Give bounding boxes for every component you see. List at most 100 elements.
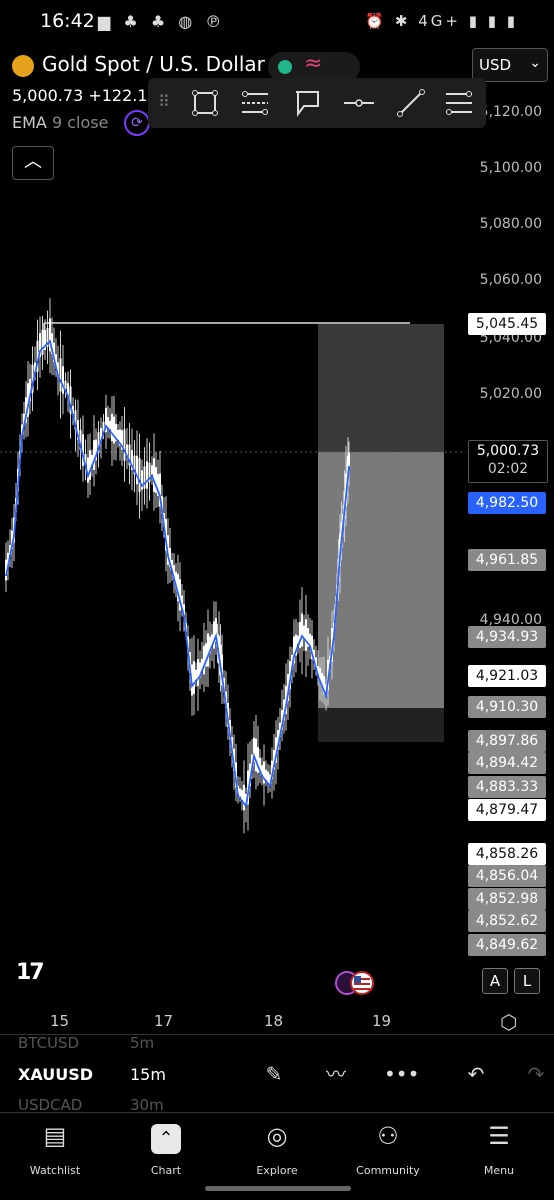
long-position-zone[interactable] bbox=[318, 324, 444, 742]
candle-body bbox=[301, 613, 303, 647]
candle-body bbox=[348, 452, 350, 468]
price-tag: 5,045.45 bbox=[468, 313, 546, 335]
candle-body bbox=[113, 416, 115, 444]
alert-scale-button[interactable]: A bbox=[482, 968, 508, 994]
nav-explore[interactable]: ◎ Explore bbox=[232, 1118, 322, 1177]
price-tag: 4,910.30 bbox=[468, 696, 546, 718]
bar-countdown: 02:02 bbox=[487, 461, 529, 477]
price-axis-label: 5,060.00 bbox=[479, 272, 542, 288]
gold-symbol-logo bbox=[12, 55, 34, 77]
notification-icons: ▆ ♣ ♣ ◍ ℗ bbox=[98, 12, 226, 31]
chevron-down-icon: ⌄ bbox=[529, 55, 541, 71]
last-price: 5,000.73 bbox=[12, 86, 84, 105]
price-tag: 4,934.93 bbox=[468, 626, 546, 648]
trend-line-tool-icon[interactable] bbox=[394, 86, 428, 120]
chart-icon: ⌃ bbox=[121, 1118, 211, 1154]
fib-retracement-tool-icon[interactable] bbox=[238, 86, 272, 120]
pen-draw-icon[interactable]: ✎ bbox=[258, 1058, 290, 1090]
candle-body bbox=[59, 358, 62, 392]
nav-label: Chart bbox=[150, 1164, 182, 1177]
indicators-icon[interactable]: 〰 bbox=[320, 1058, 352, 1090]
candle-body bbox=[207, 633, 209, 667]
interval-select[interactable]: 15m bbox=[130, 1065, 166, 1084]
candle-body bbox=[265, 769, 267, 781]
symbol-title[interactable]: Gold Spot / U.S. Dollar bbox=[42, 52, 265, 76]
nav-menu[interactable]: ☰ Menu bbox=[454, 1118, 544, 1177]
prev-symbol[interactable]: BTCUSD bbox=[18, 1034, 79, 1052]
candle-body bbox=[109, 420, 111, 430]
compass-icon: ◎ bbox=[266, 1122, 288, 1150]
currency-select[interactable]: USD ⌄ bbox=[472, 48, 548, 82]
price-tag: 4,852.98 bbox=[468, 888, 546, 910]
horizontal-line-tool-icon[interactable] bbox=[342, 86, 376, 120]
callout-tool-icon[interactable] bbox=[290, 86, 324, 120]
candle-body bbox=[153, 458, 155, 492]
volatility-icon: ≈ bbox=[304, 51, 323, 76]
candle-body bbox=[136, 455, 138, 485]
price-tag: 4,961.85 bbox=[468, 549, 546, 571]
event-flag-icon[interactable] bbox=[334, 970, 378, 996]
stop-zone bbox=[318, 708, 444, 742]
price-tag: 4,849.62 bbox=[468, 934, 546, 956]
home-indicator[interactable] bbox=[205, 1186, 351, 1191]
price-tag: 4,982.50 bbox=[468, 492, 546, 514]
candle-body bbox=[117, 429, 119, 441]
candle-body bbox=[255, 738, 257, 772]
tradingview-logo: 17 bbox=[16, 960, 45, 985]
candle-body bbox=[241, 789, 243, 801]
candle-body bbox=[62, 366, 64, 394]
candle-body bbox=[41, 330, 44, 355]
price-axis-label: 5,100.00 bbox=[479, 160, 542, 176]
time-axis-label: 15 bbox=[50, 1012, 70, 1030]
price-chart[interactable] bbox=[0, 130, 466, 1000]
nav-label: Community bbox=[356, 1164, 420, 1177]
rectangle-tool-icon[interactable] bbox=[188, 86, 222, 120]
candle-series bbox=[5, 298, 350, 834]
chart-settings-icon[interactable]: ⬡ bbox=[500, 1010, 517, 1034]
candle-body bbox=[89, 450, 91, 480]
candle-body bbox=[123, 429, 126, 461]
price-tag: 4,852.62 bbox=[468, 910, 546, 932]
candle-body bbox=[93, 440, 95, 470]
nav-label: Watchlist bbox=[29, 1164, 81, 1177]
status-time: 16:42 bbox=[40, 10, 95, 32]
price-axis-label: 5,120.00 bbox=[479, 104, 542, 120]
symbol-select[interactable]: XAUUSD bbox=[18, 1065, 93, 1084]
log-scale-button[interactable]: L bbox=[514, 968, 540, 994]
currency-value: USD bbox=[479, 56, 512, 74]
nav-chart[interactable]: ⌃ Chart bbox=[121, 1118, 211, 1177]
prev-interval[interactable]: 5m bbox=[130, 1034, 154, 1052]
time-axis-label: 19 bbox=[372, 1012, 392, 1030]
market-open-icon bbox=[278, 60, 292, 74]
candle-body bbox=[151, 465, 153, 475]
price-tag: 4,894.42 bbox=[468, 752, 546, 774]
candle-body bbox=[239, 788, 241, 797]
candle-body bbox=[193, 661, 195, 694]
price-tag: 4,897.86 bbox=[468, 730, 546, 752]
time-axis-label: 18 bbox=[264, 1012, 284, 1030]
redo-icon[interactable]: ↷ bbox=[520, 1058, 552, 1090]
candle-body bbox=[197, 659, 199, 686]
more-icon[interactable]: ••• bbox=[384, 1058, 419, 1090]
price-readout: 5,000.73 +122.12 bbox=[12, 86, 158, 105]
price-tag: 4,921.03 bbox=[468, 665, 546, 687]
nav-label: Explore bbox=[256, 1164, 298, 1177]
candle-body bbox=[146, 461, 148, 489]
fib-channel-tool-icon[interactable] bbox=[442, 86, 476, 120]
drag-handle-icon[interactable]: ⠿ bbox=[158, 92, 170, 111]
price-axis-label: 5,020.00 bbox=[479, 386, 542, 402]
watchlist-icon: ▤ bbox=[43, 1122, 67, 1150]
candle-body bbox=[111, 413, 113, 442]
candle-body bbox=[138, 458, 141, 492]
nav-watchlist[interactable]: ▤ Watchlist bbox=[10, 1118, 100, 1177]
price-tag: 4,883.33 bbox=[468, 776, 546, 798]
nav-community[interactable]: ⚇ Community bbox=[343, 1118, 433, 1177]
undo-icon[interactable]: ↶ bbox=[460, 1058, 492, 1090]
price-tag: 4,879.47 bbox=[468, 799, 546, 821]
divider bbox=[0, 1034, 554, 1035]
people-icon: ⚇ bbox=[377, 1122, 399, 1150]
time-axis-label: 17 bbox=[154, 1012, 174, 1030]
candle-body bbox=[243, 784, 245, 811]
price-tag: 4,856.04 bbox=[468, 865, 546, 887]
menu-icon: ☰ bbox=[488, 1122, 510, 1150]
